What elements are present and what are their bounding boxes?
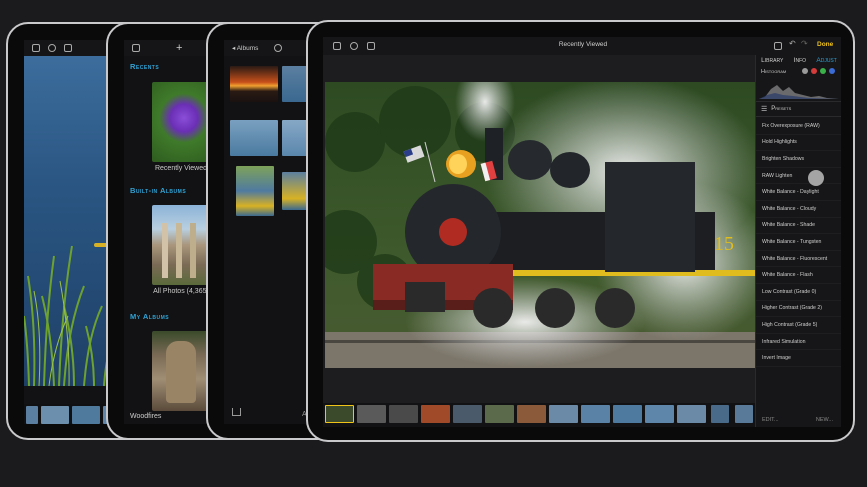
album-recently-viewed[interactable] xyxy=(152,82,210,162)
presets-header[interactable]: ☰ Presets xyxy=(756,101,841,117)
back-button[interactable]: ◂ Albums xyxy=(232,44,258,52)
panel-tabs: Library Info Adjust xyxy=(756,57,841,64)
preset-item[interactable]: Hold Highlights xyxy=(756,135,841,152)
info-icon[interactable] xyxy=(350,42,358,50)
preset-item[interactable]: White Balance - Cloudy xyxy=(756,201,841,218)
photo-kayak-group-2[interactable] xyxy=(282,120,308,156)
photo-kayaker-yellow-2[interactable] xyxy=(282,172,308,210)
share-icon[interactable] xyxy=(64,44,72,52)
undo-icon[interactable]: ↶ xyxy=(789,39,796,48)
strip-thumb-selected[interactable] xyxy=(325,405,354,423)
preset-item[interactable]: White Balance - Daylight xyxy=(756,184,841,201)
strip-thumb[interactable] xyxy=(485,405,514,423)
info-icon[interactable] xyxy=(48,44,56,52)
strip-thumb[interactable] xyxy=(613,405,642,423)
sidebar-icon[interactable] xyxy=(333,42,341,50)
histogram-label: Histogram xyxy=(761,69,787,75)
section-my-albums: My Albums xyxy=(130,312,170,321)
strip-thumb[interactable] xyxy=(41,406,69,424)
preset-item[interactable]: Invert Image xyxy=(756,350,841,367)
strip-thumb[interactable] xyxy=(72,406,100,424)
section-builtin-albums: Built-in Albums xyxy=(130,186,187,195)
histogram-graph xyxy=(759,85,839,99)
sidebar-icon[interactable] xyxy=(132,44,140,52)
channel-luma-dot[interactable] xyxy=(802,68,808,74)
tab-library[interactable]: Library xyxy=(761,57,783,64)
photo-steam-locomotive[interactable]: 15 xyxy=(325,82,755,368)
presets-label: Presets xyxy=(771,106,792,112)
strip-thumb[interactable] xyxy=(645,405,674,423)
crop-icon[interactable] xyxy=(774,42,782,50)
info-icon[interactable] xyxy=(274,44,283,52)
loco-number: 15 xyxy=(714,233,734,255)
edit-button[interactable]: EDIT... xyxy=(762,417,779,423)
preset-item[interactable]: High Contrast (Grade 5) xyxy=(756,317,841,334)
tablet-screen: Recently Viewed ↶ ↷ Done 15 Library Info… xyxy=(323,37,841,427)
carved-face xyxy=(166,341,196,403)
histogram-channels xyxy=(802,68,835,74)
preset-item[interactable]: White Balance - Tungsten xyxy=(756,234,841,251)
photo-canvas: 15 xyxy=(323,55,755,403)
preset-item[interactable]: White Balance - Shade xyxy=(756,218,841,235)
preset-item[interactable]: Fix Overexposure (RAW) xyxy=(756,118,841,135)
tab-adjust[interactable]: Adjust xyxy=(816,57,836,64)
photo-kayak[interactable] xyxy=(282,66,308,102)
strip-thumb[interactable] xyxy=(517,405,546,423)
strip-thumb[interactable] xyxy=(389,405,418,423)
album-label: Woodfires xyxy=(130,413,162,420)
section-recents: Recents xyxy=(130,62,160,71)
column xyxy=(176,223,182,278)
strip-thumb[interactable] xyxy=(711,405,729,423)
column xyxy=(190,223,196,278)
photo-sunset[interactable] xyxy=(230,66,278,102)
strip-thumb[interactable] xyxy=(421,405,450,423)
tablet-editor: Recently Viewed ↶ ↷ Done 15 Library Info… xyxy=(306,20,855,442)
preset-item[interactable]: Brighten Shadows xyxy=(756,151,841,168)
channel-blue-dot[interactable] xyxy=(829,68,835,74)
touch-indicator xyxy=(808,170,824,186)
presets-list: Fix Overexposure (RAW) Hold Highlights Bri… xyxy=(756,118,841,367)
strip-thumb[interactable] xyxy=(581,405,610,423)
preset-item[interactable]: White Balance - Flash xyxy=(756,267,841,284)
tab-info[interactable]: Info xyxy=(794,57,806,64)
add-icon[interactable]: + xyxy=(176,43,182,54)
photo-kayak-group[interactable] xyxy=(230,120,278,156)
sidebar-icon[interactable] xyxy=(32,44,40,52)
photo-kayaker-yellow[interactable] xyxy=(236,166,274,216)
album-woodfires[interactable] xyxy=(152,331,210,411)
back-label: Albums xyxy=(236,45,259,52)
share-icon[interactable] xyxy=(367,42,375,50)
strip-thumb[interactable] xyxy=(735,405,753,423)
channel-green-dot[interactable] xyxy=(820,68,826,74)
album-all-photos[interactable] xyxy=(152,205,210,285)
presets-icon: ☰ xyxy=(761,106,768,113)
strip-thumb[interactable] xyxy=(549,405,578,423)
strip-thumb[interactable] xyxy=(357,405,386,423)
preset-item[interactable]: Infrared Simulation xyxy=(756,334,841,351)
new-button[interactable]: NEW... xyxy=(816,417,833,423)
preset-item[interactable]: Higher Contrast (Grade 2) xyxy=(756,301,841,318)
done-button[interactable]: Done xyxy=(817,41,833,48)
preset-item[interactable]: Low Contrast (Grade 0) xyxy=(756,284,841,301)
strip-thumb[interactable] xyxy=(453,405,482,423)
thumbnail-strip xyxy=(323,403,755,427)
preset-item[interactable]: RAW Lighten xyxy=(756,168,841,185)
page-title: Recently Viewed xyxy=(558,41,608,48)
preset-item[interactable]: White Balance - Fluorescent xyxy=(756,251,841,268)
share-icon[interactable] xyxy=(232,408,241,416)
column xyxy=(162,223,168,278)
adjust-panel: Library Info Adjust Histogram ☰ Presets … xyxy=(755,55,841,427)
channel-red-dot[interactable] xyxy=(811,68,817,74)
strip-thumb[interactable] xyxy=(26,406,38,424)
strip-thumb[interactable] xyxy=(677,405,706,423)
redo-icon[interactable]: ↷ xyxy=(801,39,808,48)
